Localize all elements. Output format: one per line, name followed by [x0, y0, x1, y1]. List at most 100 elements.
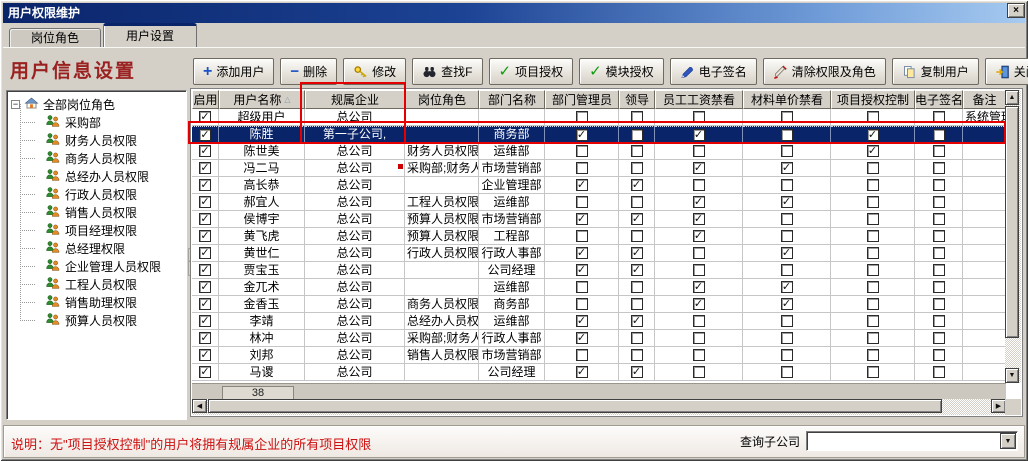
cell-leader-checkbox[interactable]: ✓ [631, 247, 643, 259]
cell-esignature-checkbox[interactable] [933, 129, 945, 141]
close-button[interactable]: 关闭 [985, 58, 1028, 85]
clear-permissions-roles-button[interactable]: 清除权限及角色 [763, 58, 886, 85]
project-authorize-button[interactable]: ✓项目授权 [489, 58, 574, 85]
cell-salary-hidden-checkbox[interactable]: ✓ [693, 129, 705, 141]
cell-price-hidden-checkbox[interactable] [781, 179, 793, 191]
cell-dept-admin-checkbox[interactable]: ✓ [576, 264, 588, 276]
table-row[interactable]: ✓马谡总公司公司经理✓✓ [192, 364, 1006, 381]
cell-project-auth-control-checkbox[interactable] [867, 366, 879, 378]
table-row[interactable]: ✓刘邦总公司销售人员权限市场营销部 [192, 347, 1006, 364]
cell-enabled-checkbox[interactable]: ✓ [199, 196, 211, 208]
tree-collapse-icon[interactable]: − [11, 100, 20, 109]
cell-price-hidden-checkbox[interactable]: ✓ [781, 298, 793, 310]
cell-project-auth-control-checkbox[interactable] [867, 332, 879, 344]
cell-leader-checkbox[interactable]: ✓ [631, 315, 643, 327]
cell-esignature-checkbox[interactable] [933, 332, 945, 344]
cell-salary-hidden-checkbox[interactable] [693, 179, 705, 191]
table-row[interactable]: ✓陈胜第一子公司,商务部✓✓✓ [192, 126, 1006, 143]
tree-item[interactable]: 项目经理权限 [11, 221, 184, 239]
column-header-5[interactable]: 部门管理员 [545, 90, 619, 109]
table-row[interactable]: ✓超级用户总公司系统管理员 [192, 109, 1006, 126]
module-authorize-button[interactable]: ✓模块授权 [579, 58, 664, 85]
cell-esignature-checkbox[interactable] [933, 213, 945, 225]
cell-leader-checkbox[interactable] [631, 145, 643, 157]
cell-dept-admin-checkbox[interactable] [576, 111, 588, 123]
cell-salary-hidden-checkbox[interactable] [693, 111, 705, 123]
scroll-up-icon[interactable]: ▲ [1005, 90, 1019, 105]
cell-dept-admin-checkbox[interactable] [576, 298, 588, 310]
tab-user-settings[interactable]: 用户设置 [103, 23, 197, 47]
cell-project-auth-control-checkbox[interactable] [867, 349, 879, 361]
cell-salary-hidden-checkbox[interactable]: ✓ [693, 162, 705, 174]
horizontal-scroll-thumb[interactable] [208, 399, 942, 413]
cell-enabled-checkbox[interactable]: ✓ [199, 366, 211, 378]
cell-price-hidden-checkbox[interactable] [781, 315, 793, 327]
cell-esignature-checkbox[interactable] [933, 281, 945, 293]
tree-item[interactable]: 采购部 [11, 113, 184, 131]
cell-enabled-checkbox[interactable]: ✓ [199, 315, 211, 327]
cell-project-auth-control-checkbox[interactable] [867, 247, 879, 259]
column-header-1[interactable]: 用户名称△ [219, 90, 305, 109]
table-row[interactable]: ✓金香玉总公司商务人员权限商务部✓✓ [192, 296, 1006, 313]
cell-project-auth-control-checkbox[interactable] [867, 196, 879, 208]
cell-esignature-checkbox[interactable] [933, 247, 945, 259]
scroll-down-icon[interactable]: ▼ [1005, 368, 1019, 383]
column-header-11[interactable]: 备注 [963, 90, 1006, 109]
chevron-down-icon[interactable]: ▼ [1000, 433, 1016, 449]
cell-enabled-checkbox[interactable]: ✓ [199, 264, 211, 276]
cell-esignature-checkbox[interactable] [933, 145, 945, 157]
tree-item[interactable]: 总经理权限 [11, 239, 184, 257]
cell-project-auth-control-checkbox[interactable] [867, 111, 879, 123]
tree-item[interactable]: 工程人员权限 [11, 275, 184, 293]
cell-salary-hidden-checkbox[interactable]: ✓ [693, 213, 705, 225]
cell-dept-admin-checkbox[interactable] [576, 349, 588, 361]
cell-price-hidden-checkbox[interactable] [781, 264, 793, 276]
cell-enabled-checkbox[interactable]: ✓ [199, 213, 211, 225]
cell-dept-admin-checkbox[interactable] [576, 230, 588, 242]
cell-salary-hidden-checkbox[interactable] [693, 332, 705, 344]
cell-dept-admin-checkbox[interactable]: ✓ [576, 213, 588, 225]
table-row[interactable]: ✓侯博宇总公司预算人员权限市场营销部✓✓✓ [192, 211, 1006, 228]
cell-price-hidden-checkbox[interactable]: ✓ [781, 162, 793, 174]
cell-salary-hidden-checkbox[interactable]: ✓ [693, 298, 705, 310]
cell-leader-checkbox[interactable]: ✓ [631, 213, 643, 225]
cell-esignature-checkbox[interactable] [933, 349, 945, 361]
cell-enabled-checkbox[interactable]: ✓ [199, 162, 211, 174]
horizontal-scrollbar[interactable]: ◀ ▶ [192, 399, 1006, 415]
cell-enabled-checkbox[interactable]: ✓ [199, 298, 211, 310]
column-header-2[interactable]: 规属企业 [305, 90, 405, 109]
cell-project-auth-control-checkbox[interactable]: ✓ [867, 129, 879, 141]
cell-enabled-checkbox[interactable]: ✓ [199, 332, 211, 344]
table-row[interactable]: ✓贾宝玉总公司公司经理✓✓ [192, 262, 1006, 279]
cell-leader-checkbox[interactable] [631, 196, 643, 208]
column-header-0[interactable]: 启用 [192, 90, 219, 109]
query-subcompany-select[interactable]: ▼ [806, 431, 1018, 451]
add-user-button[interactable]: +添加用户 [193, 58, 274, 85]
cell-leader-checkbox[interactable]: ✓ [631, 179, 643, 191]
cell-esignature-checkbox[interactable] [933, 230, 945, 242]
cell-salary-hidden-checkbox[interactable]: ✓ [693, 281, 705, 293]
cell-leader-checkbox[interactable] [631, 129, 643, 141]
cell-dept-admin-checkbox[interactable] [576, 281, 588, 293]
cell-project-auth-control-checkbox[interactable] [867, 298, 879, 310]
cell-project-auth-control-checkbox[interactable] [867, 315, 879, 327]
cell-price-hidden-checkbox[interactable]: ✓ [781, 247, 793, 259]
cell-esignature-checkbox[interactable] [933, 315, 945, 327]
cell-price-hidden-checkbox[interactable] [781, 129, 793, 141]
column-header-10[interactable]: 电子签名 [915, 90, 963, 109]
cell-price-hidden-checkbox[interactable] [781, 349, 793, 361]
cell-leader-checkbox[interactable]: ✓ [631, 366, 643, 378]
cell-salary-hidden-checkbox[interactable] [693, 145, 705, 157]
cell-dept-admin-checkbox[interactable] [576, 196, 588, 208]
cell-salary-hidden-checkbox[interactable] [693, 366, 705, 378]
table-row[interactable]: ✓林冲总公司采购部;财务人员权限行政人事部✓ [192, 330, 1006, 347]
cell-dept-admin-checkbox[interactable]: ✓ [576, 129, 588, 141]
tab-position-roles[interactable]: 岗位角色 [9, 28, 101, 47]
cell-dept-admin-checkbox[interactable]: ✓ [576, 332, 588, 344]
cell-dept-admin-checkbox[interactable]: ✓ [576, 366, 588, 378]
cell-project-auth-control-checkbox[interactable] [867, 281, 879, 293]
tree-item[interactable]: 销售助理权限 [11, 293, 184, 311]
table-row[interactable]: ✓陈世美总公司财务人员权限运维部✓ [192, 143, 1006, 160]
column-header-7[interactable]: 员工工资禁看 [655, 90, 743, 109]
cell-price-hidden-checkbox[interactable]: ✓ [781, 196, 793, 208]
